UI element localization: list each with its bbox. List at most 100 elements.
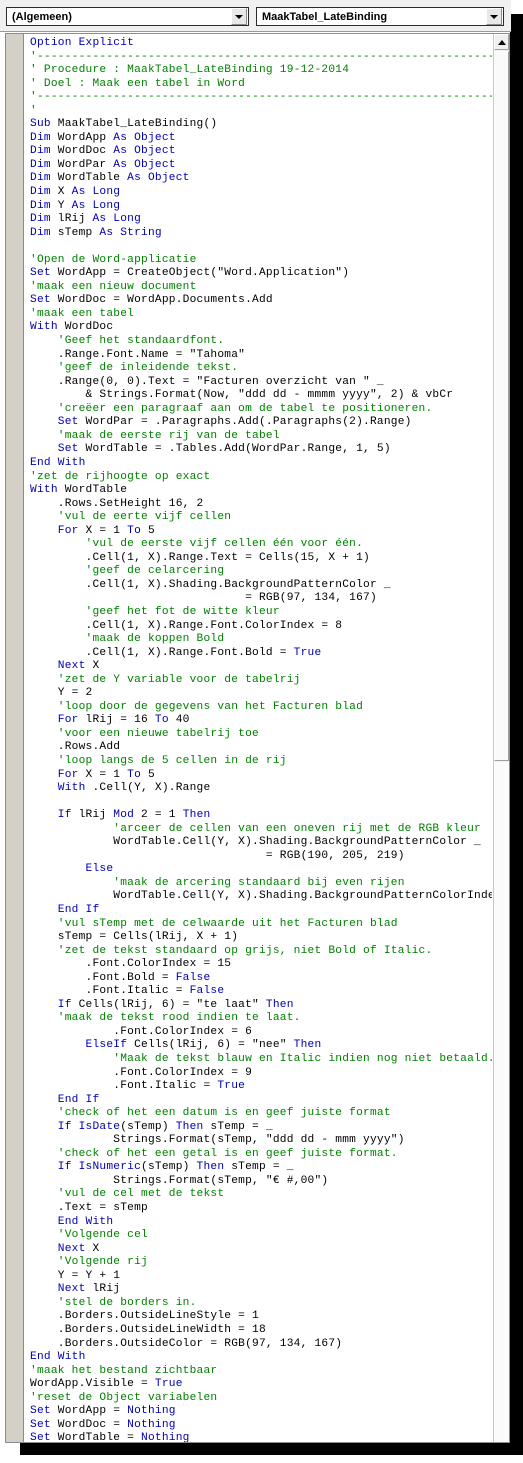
code-line: 'geef de celarcering [30,565,492,579]
code-token: .Range.Font.Name = "Tahoma" [30,348,246,361]
code-token: As Long [92,213,142,226]
code-token: Next [30,1242,93,1255]
code-token: Then [175,1120,211,1133]
object-dropdown[interactable]: (Algemeen) [6,7,249,26]
code-token: 'reset de Object variabelen [30,1391,218,1404]
caret-up-icon[interactable] [494,34,509,50]
code-token: .Font.ColorIndex = 15 [30,958,232,971]
vertical-scroll-thumb[interactable] [494,51,509,761]
code-line: Option Explicit [30,37,492,51]
code-line: Dim lRij As Long [30,213,492,227]
code-line: End With [30,1351,492,1365]
code-line: Strings.Format(sTemp, "€ #,00") [30,1175,492,1189]
code-line: 'reset de Object variabelen [30,1392,492,1406]
code-token: WordApp.Visible = [30,1378,155,1391]
code-token: 40 [175,714,190,727]
code-line: Dim WordDoc As Object [30,145,492,159]
code-token: 'Geef het standaardfont. [30,335,225,348]
code-editor-pane[interactable]: Option Explicit '------------------------… [5,33,510,1443]
code-token: End With [30,456,86,469]
code-line: With .Cell(Y, X).Range [30,782,492,796]
code-line: 'maak de eerste rij van de tabel [30,430,492,444]
chevron-down-glyph [235,14,243,19]
code-token: End With [30,1351,86,1364]
code-token: 'stel de borders in. [30,1296,197,1309]
code-token: Mod [113,809,142,822]
vertical-scrollbar[interactable] [493,34,509,1442]
code-line: End If [30,1094,492,1108]
code-token: .Borders.OutsideLineStyle = 1 [30,1310,259,1323]
code-line: 'voor een nieuwe tabelrij toe [30,728,492,742]
code-token: .Cell(1, X).Range.Font.ColorIndex = 8 [30,619,343,632]
code-token: '---------------------------------------… [30,50,492,63]
code-token: 'arceer de cellen van een oneven rij met… [30,822,481,835]
code-token: As Object [113,158,176,171]
code-token: .Borders.OutsideLineWidth = 18 [30,1323,266,1336]
caret-up-glyph [497,39,506,45]
code-line: Set WordTable = Nothing [30,1432,492,1442]
window-shadow-right [510,14,523,1451]
code-line: Dim sTemp As String [30,227,492,241]
code-line: With WordDoc [30,321,492,335]
code-token: With [30,321,65,334]
code-token: .Rows.SetHeight 16, 2 [30,497,204,510]
code-line: Strings.Format(sTemp, "ddd dd - mmm yyyy… [30,1134,492,1148]
code-line: .Font.ColorIndex = 6 [30,1026,492,1040]
code-line: If lRij Mod 2 = 1 Then [30,809,492,823]
code-token: ElseIf [30,1039,135,1052]
code-token: .Font.ColorIndex = 6 [30,1025,253,1038]
code-token: .Font.Italic = [30,1080,218,1093]
code-token: WordTable = .Tables.Add(WordPar.Range, 1… [85,443,391,456]
code-line: If Cells(lRij, 6) = "te laat" Then [30,999,492,1013]
code-token: WordDoc [64,321,114,334]
code-text-area[interactable]: Option Explicit '------------------------… [30,37,492,1442]
code-token: Dim [30,213,58,226]
code-token: Nothing [127,1418,176,1431]
code-line: .Cell(1, X).Range.Text = Cells(15, X + 1… [30,552,492,566]
code-token: lRij [78,809,114,822]
code-token: If IsDate [30,1120,121,1133]
code-line: .Font.Italic = False [30,985,492,999]
vertical-scroll-track[interactable] [494,762,509,1442]
code-line: End If [30,904,492,918]
code-token: Y = Y + 1 [30,1269,121,1282]
code-line: .Range(0, 0).Text = "Facturen overzicht … [30,376,492,390]
code-token: = RGB(190, 205, 219) [30,849,405,862]
code-line: sTemp = Cells(lRij, X + 1) [30,931,492,945]
procedure-dropdown-value: MaakTabel_LateBinding [262,10,388,23]
code-line: For X = 1 To 5 [30,525,492,539]
code-line: 'loop door de gegevens van het Facturen … [30,701,492,715]
chevron-down-icon[interactable] [231,8,247,25]
code-token: 'maak het bestand zichtbaar [30,1364,218,1377]
code-token: 'Maak de tekst blauw en Italic indien no… [30,1053,492,1066]
code-token: X = 1 [85,524,128,537]
code-token: Then [293,1039,322,1052]
code-line: .Rows.SetHeight 16, 2 [30,498,492,512]
code-line: Dim WordApp As Object [30,132,492,146]
code-token: Strings.Format(sTemp, "€ #,00") [30,1174,329,1187]
code-line: If IsNumeric(sTemp) Then sTemp = _ [30,1161,492,1175]
code-token: 'maak de tekst rood indien te laat. [30,1012,301,1025]
breakpoint-margin[interactable] [6,34,24,1442]
code-line: End With [30,457,492,471]
code-token: If [30,998,79,1011]
code-token: To [127,524,148,537]
code-line: 'maak de koppen Bold [30,633,492,647]
object-dropdown-value: (Algemeen) [12,10,72,23]
code-line: Dim WordTable As Object [30,172,492,186]
code-line: Else [30,863,492,877]
chevron-down-icon[interactable] [486,8,502,25]
code-line: 'check of het een datum is en geef juist… [30,1107,492,1121]
code-token: WordDoc = [57,1418,128,1431]
code-token: Set [30,1418,58,1431]
code-token: Next [30,660,93,673]
code-token: To [154,714,176,727]
code-token: WordDoc = WordApp.Documents.Add [57,294,273,307]
code-token: Dim [30,158,58,171]
code-line: 'maak de arcering standaard bij even rij… [30,877,492,891]
code-token: = RGB(97, 134, 167) [30,592,377,605]
code-line: Next X [30,660,492,674]
procedure-dropdown[interactable]: MaakTabel_LateBinding [256,7,504,26]
code-token: WordTable = [57,1432,142,1442]
